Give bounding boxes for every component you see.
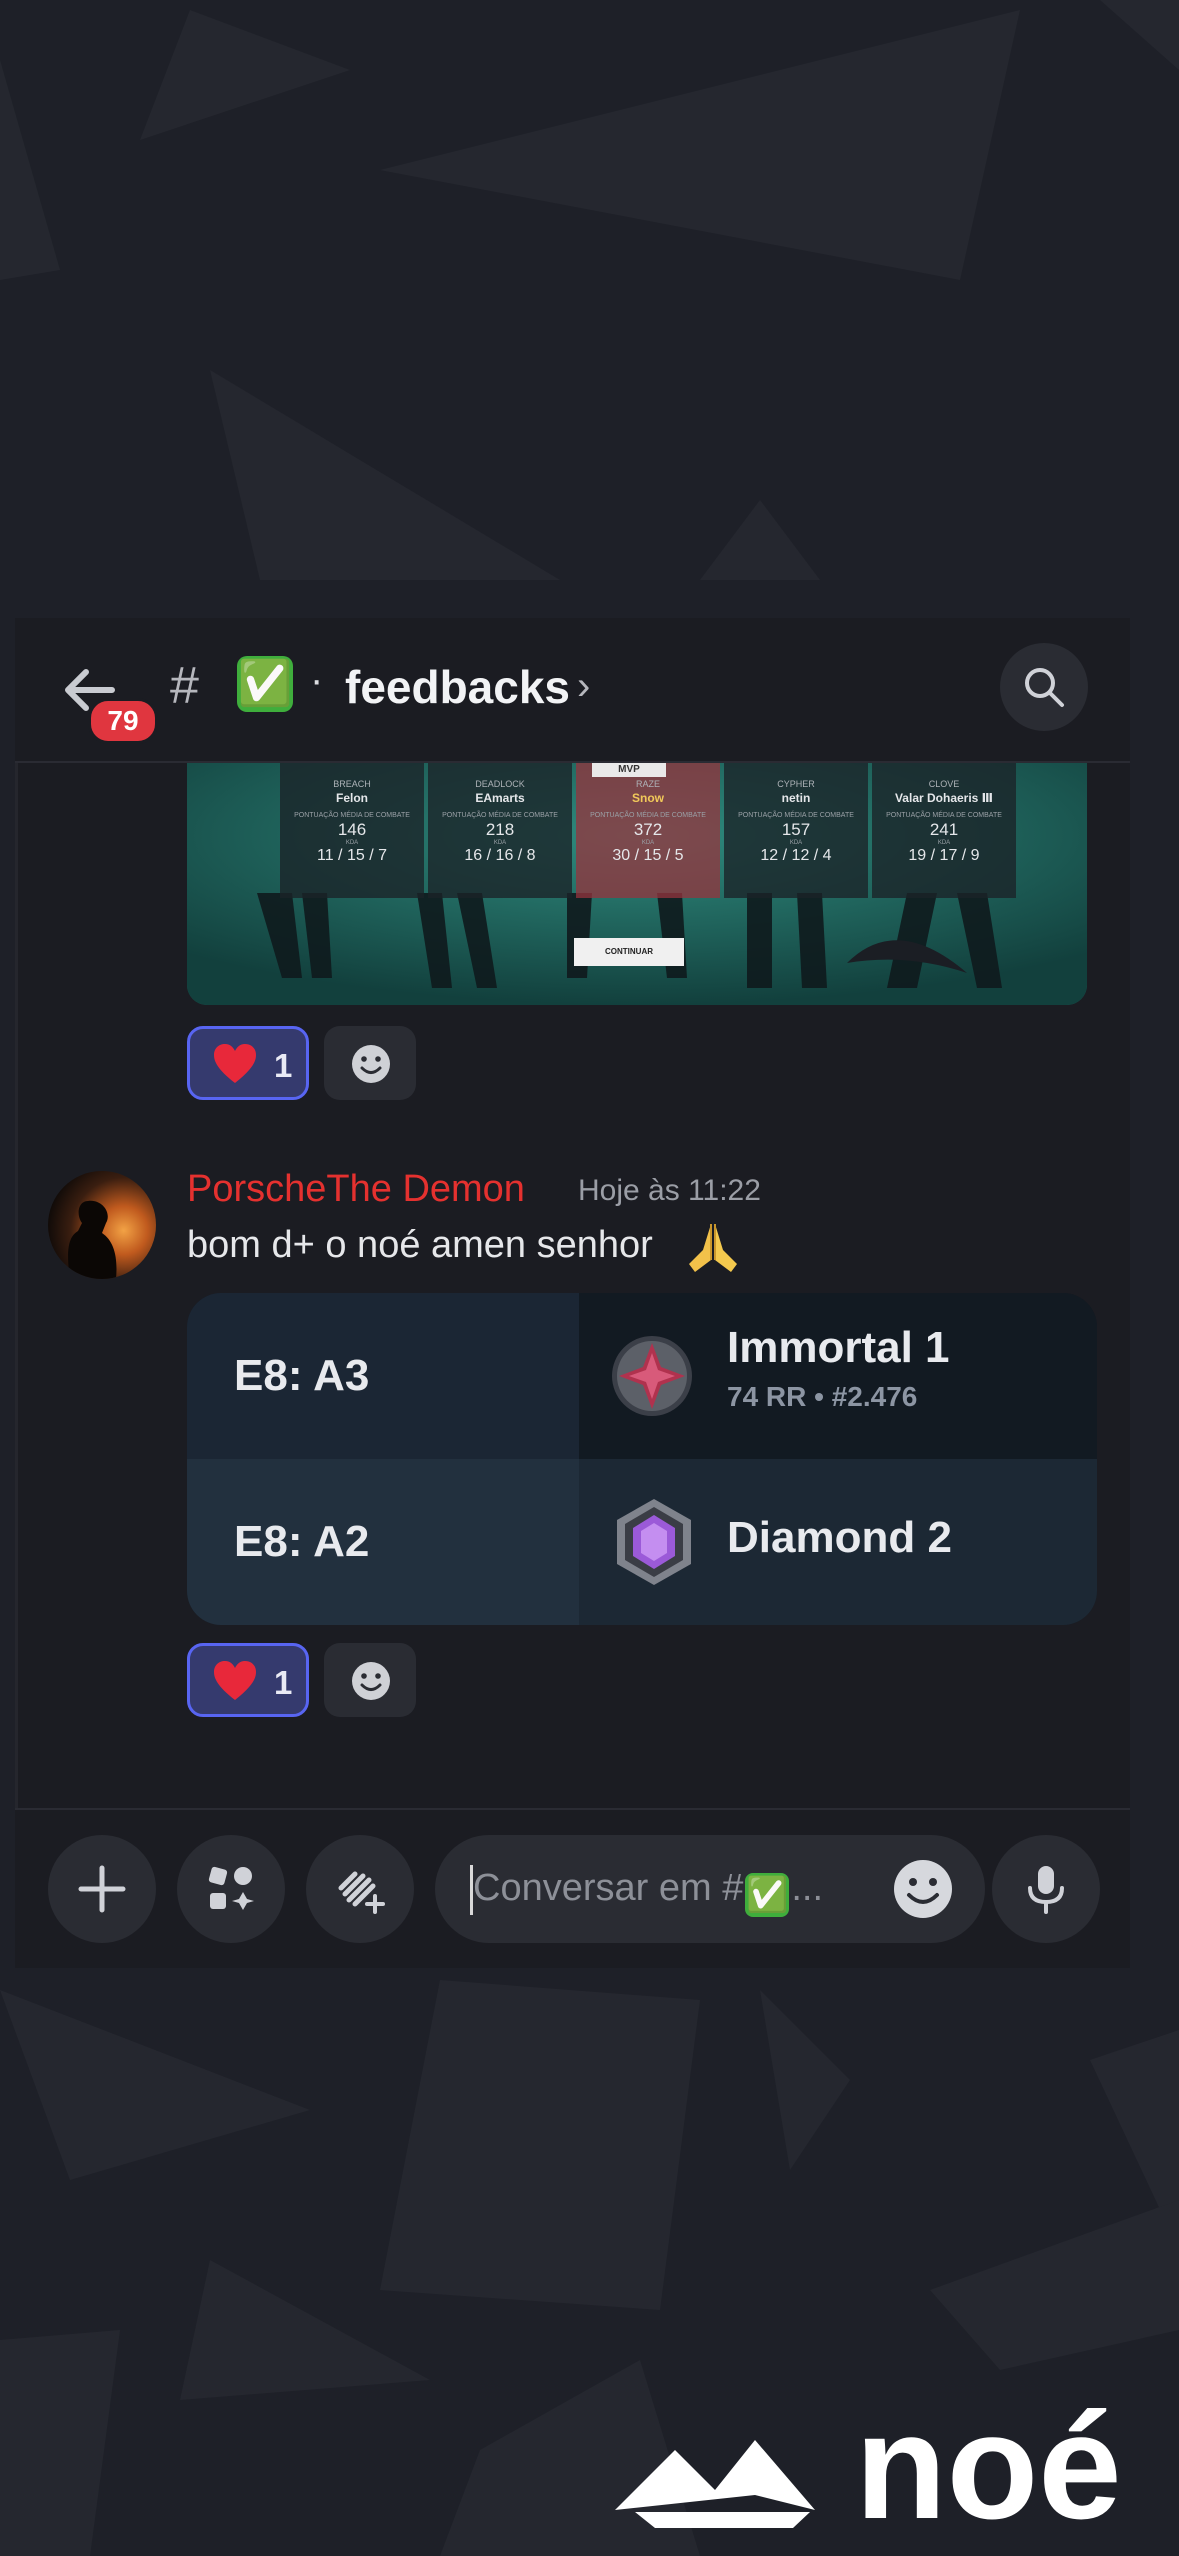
channel-header: 79 # ✅ · feedbacks › <box>15 618 1130 763</box>
heart-icon <box>214 1661 256 1700</box>
kda-label: KDA <box>345 840 359 846</box>
player-kda: 12 / 12 / 4 <box>760 847 832 864</box>
player-kda: 19 / 17 / 9 <box>908 847 980 864</box>
agent-name: BREACH <box>333 779 371 789</box>
agent-name: RAZE <box>635 779 660 789</box>
mvp-tag: MVP <box>592 763 666 777</box>
player-card: CLOVE Valar Dohaeris Ⅲ PONTUAÇÃO MÉDIA D… <box>872 763 1016 898</box>
reaction-count: 1 <box>274 1664 293 1701</box>
diamond-rank-icon <box>617 1499 691 1585</box>
heart-icon <box>214 1044 256 1083</box>
check-emoji-icon: ✅ <box>237 656 293 712</box>
score-label: PONTUAÇÃO MÉDIA DE COMBATE <box>590 812 706 819</box>
continue-button: CONTINUAR <box>574 938 684 966</box>
rank-row: E8: A2 Diamond 2 <box>187 1459 1097 1625</box>
agent-name: CYPHER <box>777 779 815 789</box>
player-name: EAmarts <box>475 791 525 805</box>
player-kda: 16 / 16 / 8 <box>464 847 536 864</box>
heart-reaction[interactable]: 1 <box>187 1026 309 1100</box>
player-score: 241 <box>929 820 959 839</box>
chevron-right-icon[interactable]: › <box>577 664 590 709</box>
rank-row: E8: A3 Immortal 1 74 RR • #2.476 <box>187 1293 1097 1459</box>
player-card: BREACH Felon PONTUAÇÃO MÉDIA DE COMBATE … <box>280 763 424 898</box>
reaction-count: 1 <box>274 1047 293 1084</box>
rank-name: Immortal 1 <box>727 1323 950 1372</box>
praying-hands-icon <box>689 1224 737 1272</box>
microphone-icon <box>1028 1866 1064 1914</box>
avatar-silhouette <box>68 1200 117 1279</box>
message-username[interactable]: PorscheThe Demon <box>187 1168 525 1211</box>
rank-details: 74 RR • #2.476 <box>727 1381 918 1412</box>
gift-sticker-button[interactable] <box>306 1835 414 1943</box>
player-kda: 30 / 15 / 5 <box>612 847 684 864</box>
apps-button[interactable] <box>177 1835 285 1943</box>
avatar[interactable] <box>48 1171 156 1279</box>
placeholder-suffix: ... <box>791 1867 824 1909</box>
player-card-mvp: RAZE Snow PONTUAÇÃO MÉDIA DE COMBATE 372… <box>576 763 720 898</box>
player-name: netin <box>781 791 811 805</box>
season-label: E8: A2 <box>187 1459 579 1625</box>
search-icon <box>1025 668 1064 707</box>
player-name: Felon <box>336 791 368 805</box>
search-button[interactable] <box>1000 643 1088 731</box>
agent-name: DEADLOCK <box>475 779 525 789</box>
unread-badge: 79 <box>88 698 158 744</box>
chat-window: BREACH Felon PONTUAÇÃO MÉDIA DE COMBATE … <box>15 618 1130 1968</box>
apps-icon <box>208 1866 254 1910</box>
player-score: 218 <box>485 820 515 839</box>
player-name: Snow <box>632 791 664 805</box>
kda-label: KDA <box>493 840 507 846</box>
message-timestamp: Hoje às 11:22 <box>578 1174 761 1207</box>
heart-reaction[interactable]: 1 <box>187 1643 309 1717</box>
message-placeholder: Conversar em #✅... <box>473 1867 823 1917</box>
add-attachment-button[interactable] <box>48 1835 156 1943</box>
score-label: PONTUAÇÃO MÉDIA DE COMBATE <box>738 812 854 819</box>
season-label: E8: A3 <box>187 1293 579 1459</box>
rank-name: Diamond 2 <box>727 1513 952 1562</box>
kda-label: KDA <box>789 840 803 846</box>
hash-icon: # <box>170 657 199 715</box>
player-name: Valar Dohaeris Ⅲ <box>894 791 994 805</box>
placeholder-prefix: Conversar em # <box>473 1867 744 1909</box>
plus-icon <box>78 1865 126 1913</box>
noe-logo: noé <box>615 2390 1122 2530</box>
message-input[interactable]: Conversar em #✅... <box>435 1835 985 1943</box>
add-reaction-button[interactable] <box>324 1026 416 1100</box>
voice-message-button[interactable] <box>992 1835 1100 1943</box>
rank-history-card: E8: A3 Immortal 1 74 RR • #2.476 E8: A2 <box>187 1293 1097 1625</box>
player-score: 372 <box>633 820 663 839</box>
agent-name: CLOVE <box>928 779 960 789</box>
message-composer: Conversar em #✅... <box>15 1808 1130 1968</box>
smiley-icon <box>352 1662 390 1700</box>
window-edge <box>15 618 18 1968</box>
smiley-icon <box>352 1045 390 1083</box>
check-emoji-icon: ✅ <box>745 1873 790 1917</box>
player-card: DEADLOCK EAmarts PONTUAÇÃO MÉDIA DE COMB… <box>428 763 572 898</box>
add-reaction-button[interactable] <box>324 1643 416 1717</box>
match-scoreboard-image[interactable]: BREACH Felon PONTUAÇÃO MÉDIA DE COMBATE … <box>187 763 1087 1005</box>
player-score: 157 <box>781 820 811 839</box>
gift-sticker-icon <box>338 1871 385 1914</box>
kda-label: KDA <box>641 840 655 846</box>
player-score: 146 <box>337 820 367 839</box>
score-label: PONTUAÇÃO MÉDIA DE COMBATE <box>442 812 558 819</box>
immortal-rank-icon <box>612 1336 692 1416</box>
score-label: PONTUAÇÃO MÉDIA DE COMBATE <box>886 812 1002 819</box>
title-separator: · <box>310 658 324 702</box>
emoji-picker-icon[interactable] <box>893 1859 953 1919</box>
rank-cell: Immortal 1 74 RR • #2.476 <box>579 1293 1097 1459</box>
watermark-text: noé <box>855 2390 1122 2530</box>
message-text: bom d+ o noé amen senhor <box>187 1224 653 1266</box>
rank-cell: Diamond 2 <box>579 1459 1097 1625</box>
score-label: PONTUAÇÃO MÉDIA DE COMBATE <box>294 812 410 819</box>
player-card: CYPHER netin PONTUAÇÃO MÉDIA DE COMBATE … <box>724 763 868 898</box>
channel-title[interactable]: feedbacks <box>345 660 570 714</box>
kda-label: KDA <box>937 840 951 846</box>
player-kda: 11 / 15 / 7 <box>317 847 387 864</box>
